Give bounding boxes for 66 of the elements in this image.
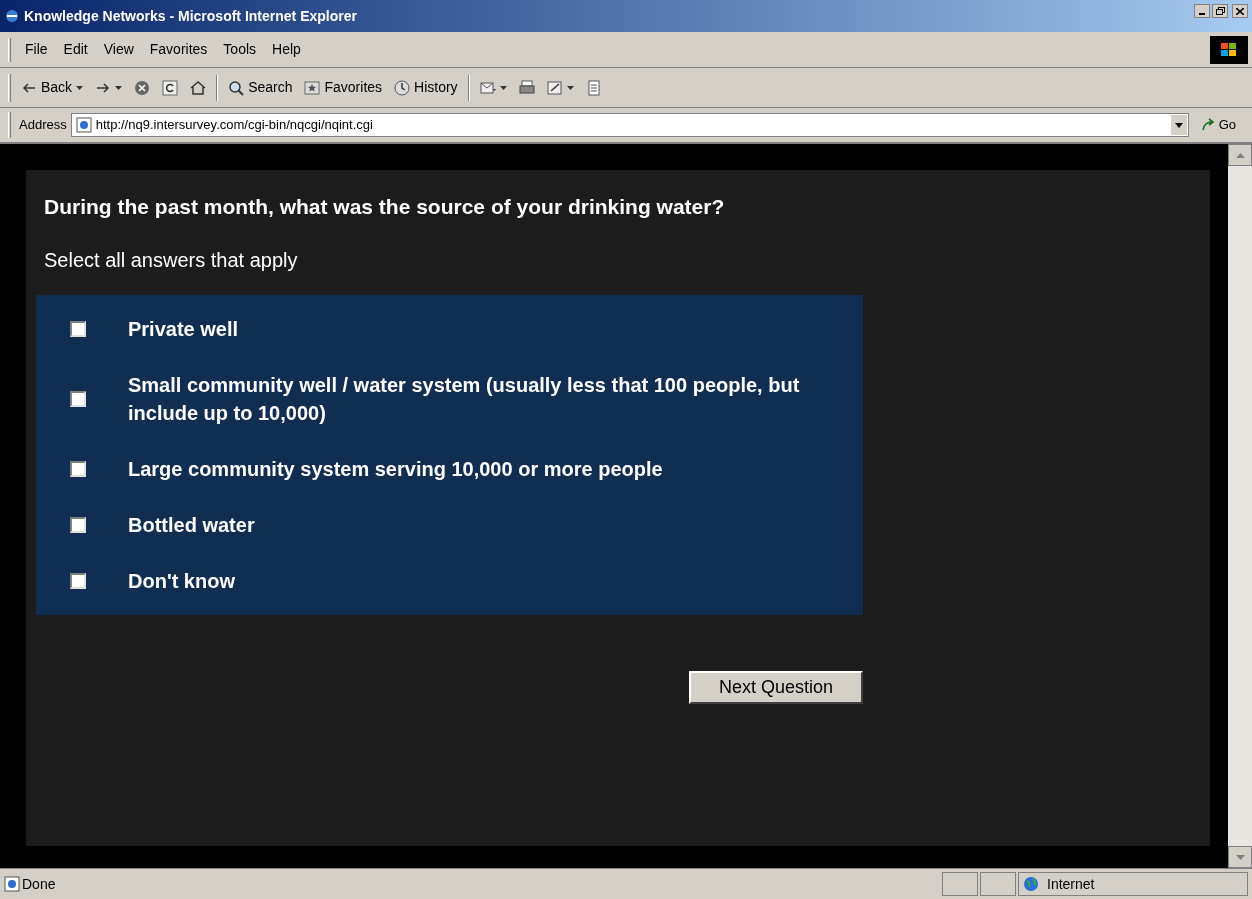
star-folder-icon [304,79,321,96]
down-arrow-icon [1235,854,1245,860]
scroll-up-button[interactable] [1228,144,1252,166]
scrollbar[interactable] [1228,144,1252,868]
print-button[interactable] [516,79,537,96]
menu-item[interactable]: Favorites [143,39,214,60]
go-button[interactable]: Go [1192,115,1244,135]
checkbox[interactable] [70,321,86,337]
mail-button[interactable] [477,79,509,96]
page-icon [75,117,92,133]
question-title: During the past month, what was the source of your drinking water? [43,194,726,220]
dropdown-arrow-icon [76,85,84,90]
checkbox[interactable] [70,573,86,589]
stop-icon [134,79,151,96]
window-title: Knowledge Networks - Microsoft Internet Explorer [24,6,358,26]
option-label: Don't know [128,569,235,594]
pencil-page-icon [546,79,563,96]
menu-item[interactable]: Help [266,39,307,60]
option-label: Bottled water [128,513,255,538]
instruction-text: Select all answers that apply [43,248,299,273]
menu-item[interactable]: Edit [57,39,94,60]
dropdown-arrow-icon [566,85,574,90]
checkbox[interactable] [70,517,86,533]
status-panel [980,872,1016,896]
address-field[interactable]: http://nq9.intersurvey.com/cgi-bin/nqcgi/nqint.cgi [70,113,1189,137]
menu-item[interactable]: File [19,39,54,60]
windows-logo-icon [1210,35,1248,64]
browser-logo-icon [4,8,20,24]
go-arrow-icon [1200,118,1215,132]
menu-item[interactable]: Tools [217,39,263,60]
option-label: Private well [128,317,239,342]
security-zone-text: Internet [1047,874,1095,894]
maximize-button[interactable] [1212,4,1228,18]
refresh-button[interactable] [160,79,181,96]
edit-button[interactable] [544,79,576,96]
minimize-icon [1199,13,1205,15]
menu-item[interactable]: View [97,39,140,60]
clock-icon [394,79,411,96]
history-button[interactable]: History [392,77,460,98]
minimize-button[interactable] [1194,4,1210,18]
next-question-button[interactable]: Next Question [688,671,863,704]
close-icon [1236,7,1244,15]
option-label: Small community well / water system (usually less that 100 people, but include up to 10,000) [128,373,801,426]
up-arrow-icon [1235,152,1245,158]
search-button[interactable]: Search [226,77,295,98]
restore-icon [1215,7,1225,15]
document-icon [585,79,602,96]
status-panel [942,872,978,896]
dropdown-arrow-icon [115,85,123,90]
address-label: Address [19,116,67,135]
envelope-icon [479,79,496,96]
globe-icon [1023,876,1039,892]
back-button[interactable]: Back [19,77,86,98]
close-button[interactable] [1232,4,1248,18]
option-label: Large community system serving 10,000 or more people [128,457,663,482]
printer-icon [518,79,535,96]
home-icon [190,79,207,96]
status-text: Done [22,874,57,894]
favorites-button[interactable]: Favorites [302,77,385,98]
checkbox[interactable] [70,391,86,407]
scroll-down-button[interactable] [1228,846,1252,868]
page-icon [4,876,20,892]
dropdown-arrow-icon [499,85,507,90]
refresh-icon [162,79,179,96]
search-icon [228,79,245,96]
checkbox[interactable] [70,461,86,477]
